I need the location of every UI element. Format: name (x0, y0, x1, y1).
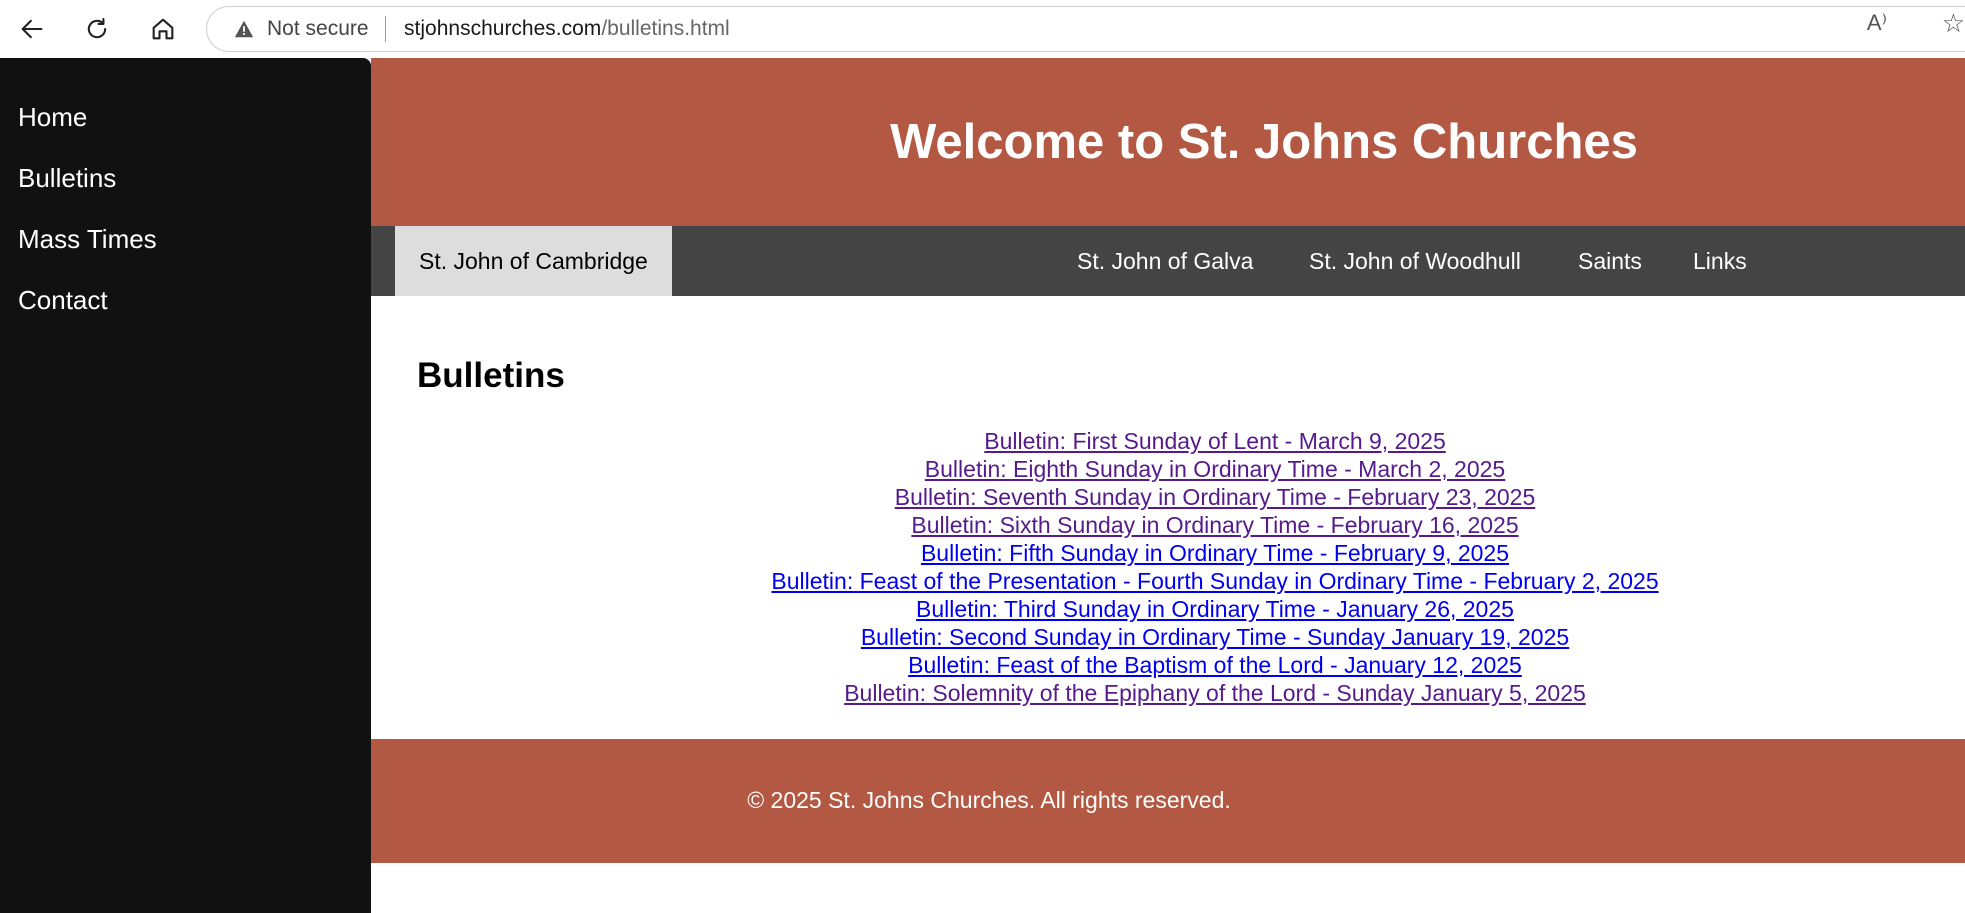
sidebar-item-home[interactable]: Home (18, 102, 87, 133)
tab-st-john-of-galva[interactable]: St. John of Galva (1053, 226, 1277, 296)
url-host: stjohnschurches.com (404, 17, 602, 40)
tab-st-john-of-woodhull[interactable]: St. John of Woodhull (1285, 226, 1545, 296)
church-tabs: St. John of Cambridge St. John of Galva … (371, 226, 1965, 296)
bulletin-link[interactable]: Bulletin: Second Sunday in Ordinary Time… (861, 624, 1569, 650)
sidebar: Home Bulletins Mass Times Contact (0, 58, 371, 913)
reload-button[interactable] (77, 9, 117, 49)
address-separator (384, 16, 387, 42)
address-bar[interactable]: Not secure stjohnschurches.com/bulletins… (206, 6, 1965, 52)
main-content: Bulletins Bulletin: First Sunday of Lent… (371, 296, 1965, 739)
site-title: Welcome to St. Johns Churches (890, 115, 1638, 169)
list-item: Bulletin: Feast of the Baptism of the Lo… (371, 651, 1965, 679)
sidebar-item-bulletins[interactable]: Bulletins (18, 163, 116, 194)
bulletin-list: Bulletin: First Sunday of Lent - March 9… (371, 427, 1965, 707)
tab-st-john-of-cambridge[interactable]: St. John of Cambridge (395, 226, 672, 296)
bulletin-link[interactable]: Bulletin: Feast of the Presentation - Fo… (771, 568, 1658, 594)
tab-saints[interactable]: Saints (1554, 226, 1666, 296)
list-item: Bulletin: Sixth Sunday in Ordinary Time … (371, 511, 1965, 539)
sidebar-item-mass-times[interactable]: Mass Times (18, 224, 157, 255)
bulletin-link[interactable]: Bulletin: Sixth Sunday in Ordinary Time … (911, 512, 1518, 538)
star-icon[interactable]: ☆ (1942, 8, 1965, 39)
home-icon (152, 18, 174, 40)
bulletin-link[interactable]: Bulletin: Solemnity of the Epiphany of t… (844, 680, 1586, 706)
sidebar-item-contact[interactable]: Contact (18, 285, 108, 316)
site-header: Welcome to St. Johns Churches (371, 58, 1965, 226)
list-item: Bulletin: Third Sunday in Ordinary Time … (371, 595, 1965, 623)
list-item: Bulletin: Seventh Sunday in Ordinary Tim… (371, 483, 1965, 511)
site-footer: © 2025 St. Johns Churches. All rights re… (371, 739, 1965, 863)
bulletin-link[interactable]: Bulletin: Third Sunday in Ordinary Time … (916, 596, 1514, 622)
bulletin-link[interactable]: Bulletin: Fifth Sunday in Ordinary Time … (921, 540, 1509, 566)
bulletin-link[interactable]: Bulletin: First Sunday of Lent - March 9… (984, 428, 1446, 454)
not-secure-label[interactable]: Not secure (267, 17, 369, 41)
list-item: Bulletin: Second Sunday in Ordinary Time… (371, 623, 1965, 651)
bulletin-link[interactable]: Bulletin: Feast of the Baptism of the Lo… (908, 652, 1522, 678)
list-item: Bulletin: Eighth Sunday in Ordinary Time… (371, 455, 1965, 483)
warning-icon (234, 20, 254, 38)
url-path: /bulletins.html (601, 17, 730, 40)
tab-links[interactable]: Links (1669, 226, 1771, 296)
list-item: Bulletin: Feast of the Presentation - Fo… (371, 567, 1965, 595)
read-aloud-icon[interactable]: A⁾ (1867, 10, 1887, 36)
copyright-text: © 2025 St. Johns Churches. All rights re… (747, 787, 1231, 813)
reload-icon (87, 18, 107, 39)
back-button[interactable] (12, 9, 52, 49)
browser-toolbar: Not secure stjohnschurches.com/bulletins… (0, 0, 1965, 58)
bulletin-link[interactable]: Bulletin: Seventh Sunday in Ordinary Tim… (895, 484, 1536, 510)
home-button[interactable] (143, 9, 183, 49)
bulletin-link[interactable]: Bulletin: Eighth Sunday in Ordinary Time… (925, 456, 1505, 482)
list-item: Bulletin: Solemnity of the Epiphany of t… (371, 679, 1965, 707)
list-item: Bulletin: First Sunday of Lent - March 9… (371, 427, 1965, 455)
back-arrow-icon (21, 19, 43, 39)
page-title: Bulletins (417, 356, 565, 395)
list-item: Bulletin: Fifth Sunday in Ordinary Time … (371, 539, 1965, 567)
